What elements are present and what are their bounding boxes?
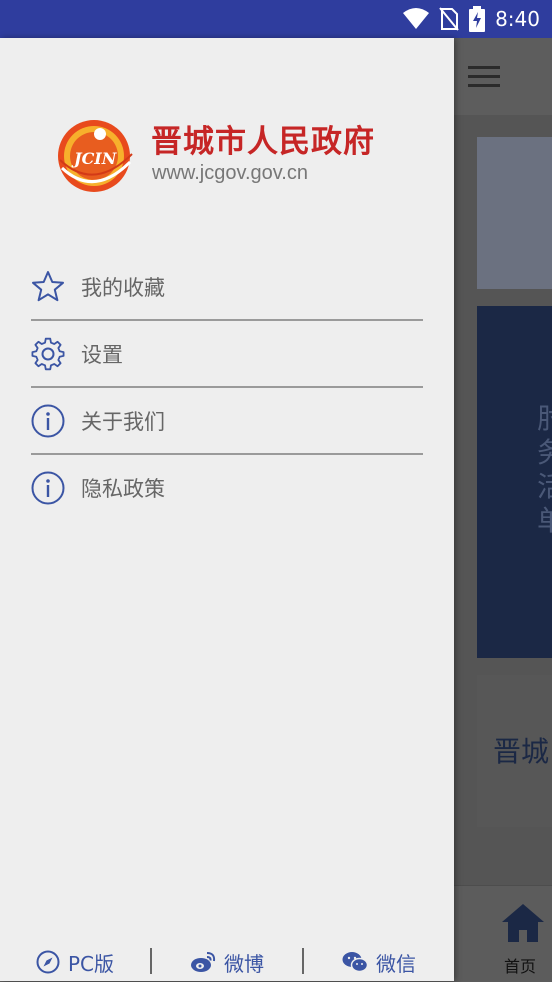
no-sim-icon bbox=[439, 7, 459, 31]
menu-item-favorites[interactable]: 我的收藏 bbox=[31, 254, 423, 321]
weibo-label: 微博 bbox=[224, 951, 264, 976]
info-icon bbox=[31, 471, 65, 504]
nav-home-label[interactable]: 首页 bbox=[504, 953, 536, 977]
footer-divider bbox=[302, 948, 304, 974]
menu-label-settings: 设置 bbox=[81, 342, 123, 367]
brand-title: 晋城市人民政府 bbox=[151, 124, 375, 160]
brand-url: www.jcgov.gov.cn bbox=[152, 162, 308, 184]
card-title: 晋城 bbox=[493, 735, 550, 768]
star-icon bbox=[32, 270, 64, 301]
menu-label-privacy: 隐私政策 bbox=[81, 476, 165, 501]
menu-item-privacy[interactable]: 隐私政策 bbox=[31, 455, 423, 520]
banner-image[interactable] bbox=[477, 137, 552, 289]
app-content: 肘 务 活 单 晋城 bbox=[454, 115, 552, 885]
weibo-icon bbox=[191, 952, 216, 972]
info-icon bbox=[31, 404, 65, 437]
menu-label-favorites: 我的收藏 bbox=[81, 275, 165, 300]
wechat-label: 微信 bbox=[376, 951, 416, 976]
app-toolbar bbox=[454, 38, 552, 115]
news-card[interactable]: 晋城 bbox=[477, 675, 552, 827]
menu-item-about[interactable]: 关于我们 bbox=[31, 388, 423, 455]
pc-version-link[interactable]: PC版 bbox=[36, 943, 114, 981]
status-icons: 8:40 bbox=[403, 0, 540, 38]
compass-icon bbox=[36, 950, 60, 974]
drawer-menu: 我的收藏 设置 关于我们 隐私政策 bbox=[31, 254, 423, 520]
logo-emblem-text: JCIN bbox=[71, 149, 118, 168]
wechat-icon bbox=[342, 952, 368, 973]
pc-version-label: PC版 bbox=[68, 951, 115, 976]
menu-icon[interactable] bbox=[468, 66, 500, 88]
bottom-nav: 首页 bbox=[454, 885, 552, 982]
banner-text: 肘 务 活 单 bbox=[537, 402, 552, 537]
menu-item-settings[interactable]: 设置 bbox=[31, 321, 423, 388]
status-bar: 8:40 bbox=[0, 0, 552, 38]
wifi-icon bbox=[403, 8, 430, 29]
weibo-link[interactable]: 微博 bbox=[190, 943, 264, 981]
menu-label-about: 关于我们 bbox=[81, 409, 165, 434]
status-time: 8:40 bbox=[495, 7, 540, 31]
battery-charging-icon bbox=[469, 6, 486, 32]
gear-icon bbox=[31, 337, 65, 370]
footer-divider bbox=[150, 948, 152, 974]
jcin-logo: JCIN bbox=[58, 120, 133, 192]
wechat-link[interactable]: 微信 bbox=[342, 943, 416, 981]
service-banner[interactable]: 肘 务 活 单 bbox=[477, 306, 552, 658]
drawer-footer: PC版 微博 微信 bbox=[0, 943, 454, 981]
navigation-drawer: JCIN 晋城市人民政府 www.jcgov.gov.cn 我的收藏 设置 关于… bbox=[0, 38, 454, 981]
home-icon[interactable] bbox=[500, 902, 546, 944]
